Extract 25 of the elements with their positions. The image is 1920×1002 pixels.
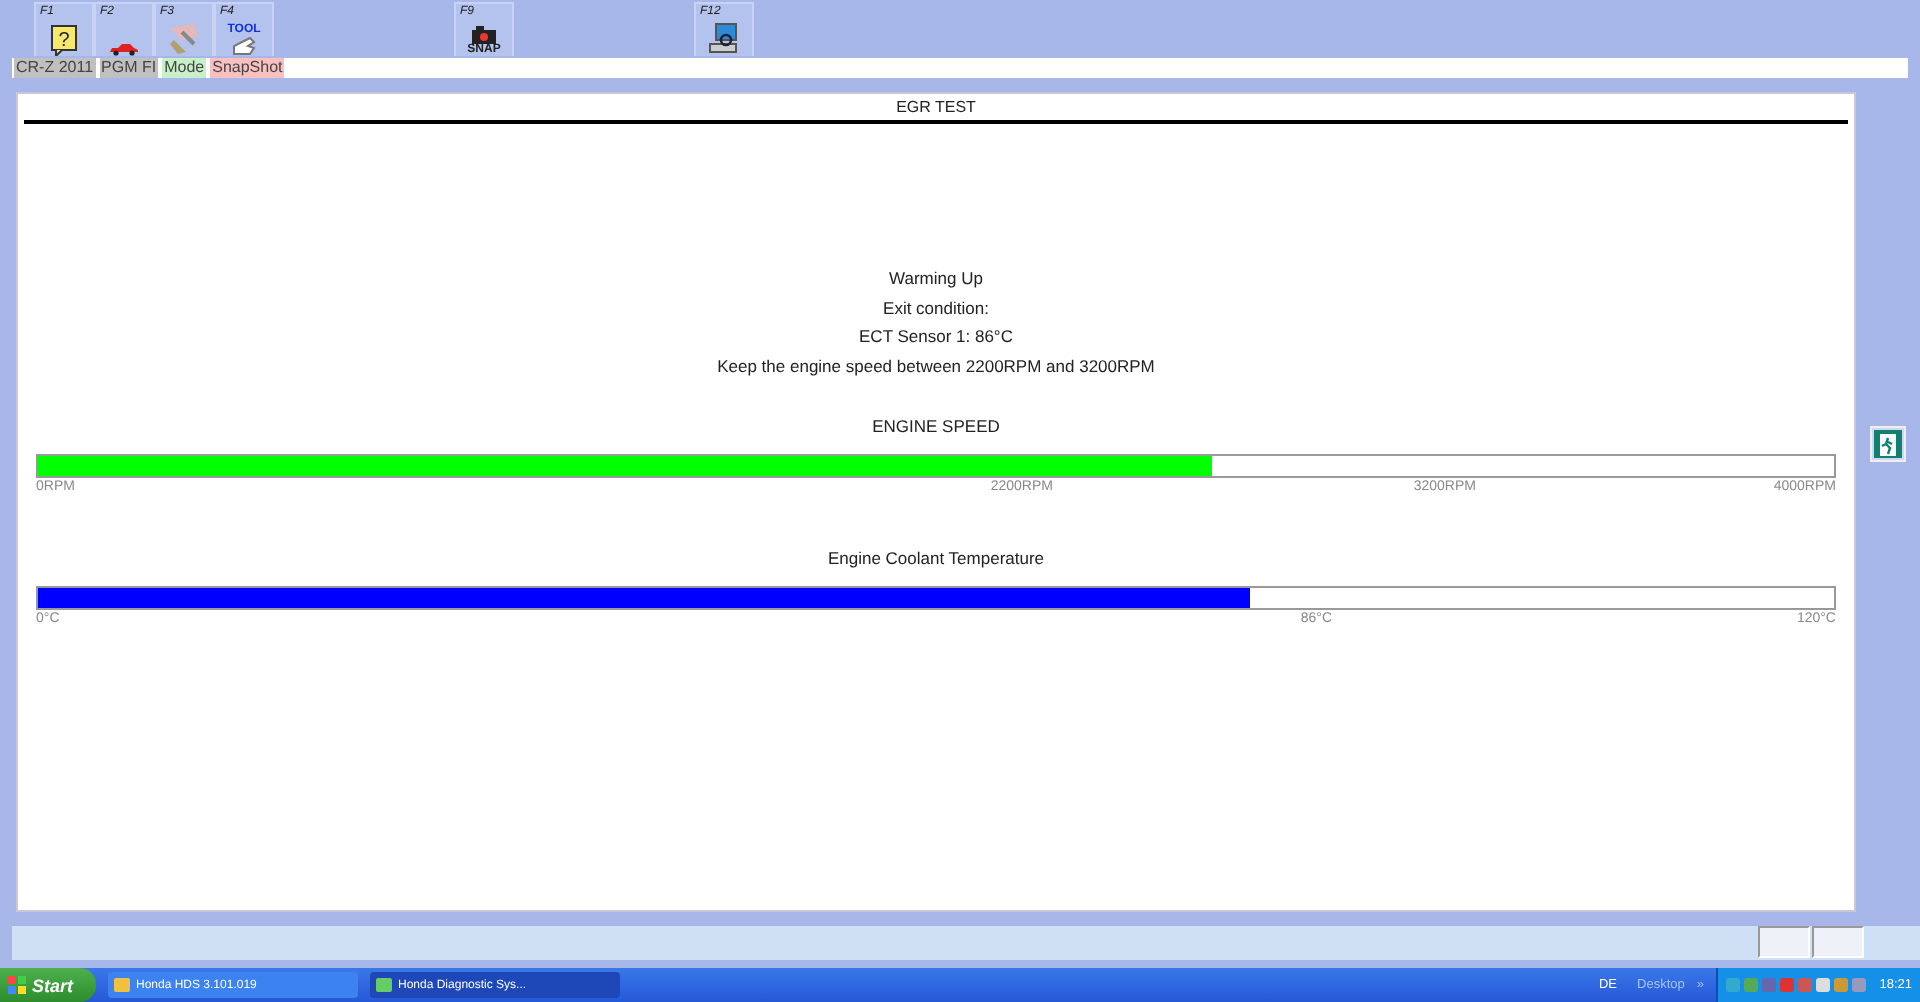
- folder-icon: [114, 978, 130, 992]
- panel-title: EGR TEST: [24, 96, 1848, 124]
- help-icon: ?: [50, 24, 78, 56]
- info-tag: SnapShot: [210, 58, 285, 78]
- gauge-title: Engine Coolant Temperature: [825, 548, 1047, 568]
- start-button[interactable]: Start: [0, 968, 96, 1002]
- instruction-text: Exit condition:: [883, 297, 989, 318]
- computer-icon: [708, 22, 740, 56]
- instruction-text: Warming Up: [889, 268, 983, 289]
- camera-icon: [469, 24, 498, 44]
- windows-logo-icon: [8, 976, 26, 994]
- tools-icon: [166, 20, 202, 56]
- exit-icon: [1874, 430, 1902, 458]
- status-field: [1758, 926, 1810, 958]
- info-tag: CR-Z 2011: [14, 58, 96, 78]
- instruction-text: ECT Sensor 1: 86°C: [859, 326, 1013, 347]
- info-tag: Mode: [162, 58, 207, 78]
- gauge-title: ENGINE SPEED: [870, 416, 1002, 436]
- car-icon: [108, 42, 140, 56]
- info-tag: PGM FI: [99, 58, 159, 78]
- hand-icon: [230, 36, 258, 56]
- status-field: [1812, 926, 1864, 958]
- exit-button[interactable]: [1870, 426, 1906, 462]
- app-icon: [376, 978, 392, 992]
- instruction-text: Keep the engine speed between 2200RPM and 3200RPM: [717, 355, 1155, 376]
